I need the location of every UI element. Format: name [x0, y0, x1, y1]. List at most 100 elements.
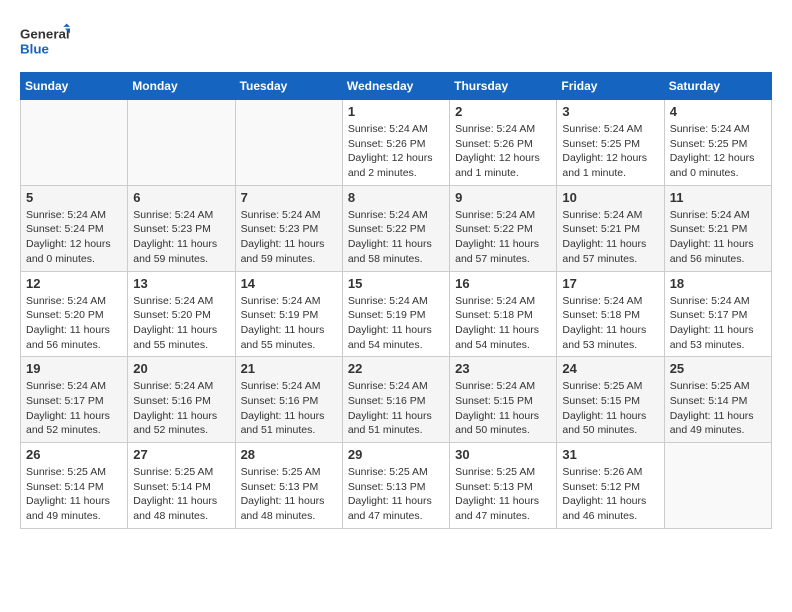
calendar-cell: 18 Sunrise: 5:24 AMSunset: 5:17 PMDayligh…	[664, 271, 771, 357]
day-number: 14	[241, 276, 337, 291]
calendar-cell: 2 Sunrise: 5:24 AMSunset: 5:26 PMDaylight…	[450, 100, 557, 186]
column-header-thursday: Thursday	[450, 73, 557, 100]
calendar-cell: 21 Sunrise: 5:24 AMSunset: 5:16 PMDayligh…	[235, 357, 342, 443]
calendar-week-2: 5 Sunrise: 5:24 AMSunset: 5:24 PMDaylight…	[21, 185, 772, 271]
calendar-cell: 9 Sunrise: 5:24 AMSunset: 5:22 PMDaylight…	[450, 185, 557, 271]
calendar-cell: 13Sunrise: 5:24 AMSunset: 5:20 PMDayligh…	[128, 271, 235, 357]
day-info: Sunrise: 5:24 AMSunset: 5:23 PMDaylight:…	[133, 208, 229, 267]
day-info: Sunrise: 5:24 AMSunset: 5:17 PMDaylight:…	[26, 379, 122, 438]
calendar-cell: 31 Sunrise: 5:26 AMSunset: 5:12 PMDayligh…	[557, 443, 664, 529]
day-number: 20	[133, 361, 229, 376]
day-info: Sunrise: 5:24 AMSunset: 5:26 PMDaylight:…	[455, 122, 551, 181]
calendar-cell: 20 Sunrise: 5:24 AMSunset: 5:16 PMDayligh…	[128, 357, 235, 443]
day-info: Sunrise: 5:24 AMSunset: 5:24 PMDaylight:…	[26, 208, 122, 267]
day-info: Sunrise: 5:25 AMSunset: 5:13 PMDaylight:…	[348, 465, 444, 524]
calendar-cell	[128, 100, 235, 186]
day-info: Sunrise: 5:24 AMSunset: 5:17 PMDaylight:…	[670, 294, 766, 353]
day-info: Sunrise: 5:25 AMSunset: 5:14 PMDaylight:…	[133, 465, 229, 524]
day-info: Sunrise: 5:24 AMSunset: 5:21 PMDaylight:…	[670, 208, 766, 267]
column-header-wednesday: Wednesday	[342, 73, 449, 100]
day-number: 1	[348, 104, 444, 119]
day-number: 18	[670, 276, 766, 291]
day-number: 5	[26, 190, 122, 205]
day-info: Sunrise: 5:24 AMSunset: 5:19 PMDaylight:…	[348, 294, 444, 353]
day-info: Sunrise: 5:24 AMSunset: 5:18 PMDaylight:…	[455, 294, 551, 353]
day-number: 11	[670, 190, 766, 205]
calendar-cell: 17 Sunrise: 5:24 AMSunset: 5:18 PMDayligh…	[557, 271, 664, 357]
day-info: Sunrise: 5:24 AMSunset: 5:23 PMDaylight:…	[241, 208, 337, 267]
calendar-cell: 27 Sunrise: 5:25 AMSunset: 5:14 PMDayligh…	[128, 443, 235, 529]
day-number: 24	[562, 361, 658, 376]
column-header-tuesday: Tuesday	[235, 73, 342, 100]
calendar-cell: 10Sunrise: 5:24 AMSunset: 5:21 PMDayligh…	[557, 185, 664, 271]
logo-svg: General Blue	[20, 20, 70, 62]
day-number: 2	[455, 104, 551, 119]
calendar-week-3: 12 Sunrise: 5:24 AMSunset: 5:20 PMDayligh…	[21, 271, 772, 357]
logo: General Blue	[20, 20, 70, 62]
day-number: 3	[562, 104, 658, 119]
calendar-cell: 24 Sunrise: 5:25 AMSunset: 5:15 PMDayligh…	[557, 357, 664, 443]
day-number: 31	[562, 447, 658, 462]
day-info: Sunrise: 5:26 AMSunset: 5:12 PMDaylight:…	[562, 465, 658, 524]
day-info: Sunrise: 5:24 AMSunset: 5:22 PMDaylight:…	[348, 208, 444, 267]
day-info: Sunrise: 5:25 AMSunset: 5:13 PMDaylight:…	[455, 465, 551, 524]
calendar-cell: 6 Sunrise: 5:24 AMSunset: 5:23 PMDaylight…	[128, 185, 235, 271]
day-number: 12	[26, 276, 122, 291]
calendar-cell: 4Sunrise: 5:24 AMSunset: 5:25 PMDaylight…	[664, 100, 771, 186]
calendar-week-4: 19 Sunrise: 5:24 AMSunset: 5:17 PMDayligh…	[21, 357, 772, 443]
column-header-friday: Friday	[557, 73, 664, 100]
calendar-cell: 23 Sunrise: 5:24 AMSunset: 5:15 PMDayligh…	[450, 357, 557, 443]
day-number: 21	[241, 361, 337, 376]
calendar-cell: 1 Sunrise: 5:24 AMSunset: 5:26 PMDaylight…	[342, 100, 449, 186]
day-info: Sunrise: 5:24 AMSunset: 5:15 PMDaylight:…	[455, 379, 551, 438]
day-info: Sunrise: 5:25 AMSunset: 5:13 PMDaylight:…	[241, 465, 337, 524]
svg-text:Blue: Blue	[20, 42, 49, 57]
day-info: Sunrise: 5:24 AMSunset: 5:25 PMDaylight:…	[562, 122, 658, 181]
day-number: 23	[455, 361, 551, 376]
calendar-cell: 7 Sunrise: 5:24 AMSunset: 5:23 PMDaylight…	[235, 185, 342, 271]
day-info: Sunrise: 5:25 AMSunset: 5:15 PMDaylight:…	[562, 379, 658, 438]
day-number: 9	[455, 190, 551, 205]
day-info: Sunrise: 5:24 AMSunset: 5:22 PMDaylight:…	[455, 208, 551, 267]
day-number: 19	[26, 361, 122, 376]
calendar-cell: 3 Sunrise: 5:24 AMSunset: 5:25 PMDaylight…	[557, 100, 664, 186]
column-header-sunday: Sunday	[21, 73, 128, 100]
calendar-cell: 11 Sunrise: 5:24 AMSunset: 5:21 PMDayligh…	[664, 185, 771, 271]
calendar-cell: 5 Sunrise: 5:24 AMSunset: 5:24 PMDaylight…	[21, 185, 128, 271]
calendar-cell: 15 Sunrise: 5:24 AMSunset: 5:19 PMDayligh…	[342, 271, 449, 357]
day-number: 15	[348, 276, 444, 291]
calendar-cell: 26Sunrise: 5:25 AMSunset: 5:14 PMDayligh…	[21, 443, 128, 529]
calendar: SundayMondayTuesdayWednesdayThursdayFrid…	[20, 72, 772, 529]
calendar-cell	[664, 443, 771, 529]
calendar-cell: 12 Sunrise: 5:24 AMSunset: 5:20 PMDayligh…	[21, 271, 128, 357]
day-number: 6	[133, 190, 229, 205]
day-info: Sunrise: 5:25 AMSunset: 5:14 PMDaylight:…	[670, 379, 766, 438]
calendar-week-1: 1 Sunrise: 5:24 AMSunset: 5:26 PMDaylight…	[21, 100, 772, 186]
day-info: Sunrise: 5:24 AMSunset: 5:20 PMDaylight:…	[26, 294, 122, 353]
day-info: Sunrise: 5:24 AMSunset: 5:16 PMDaylight:…	[133, 379, 229, 438]
calendar-cell: 14Sunrise: 5:24 AMSunset: 5:19 PMDayligh…	[235, 271, 342, 357]
day-number: 30	[455, 447, 551, 462]
day-number: 7	[241, 190, 337, 205]
calendar-cell: 19 Sunrise: 5:24 AMSunset: 5:17 PMDayligh…	[21, 357, 128, 443]
day-info: Sunrise: 5:24 AMSunset: 5:16 PMDaylight:…	[241, 379, 337, 438]
day-info: Sunrise: 5:24 AMSunset: 5:20 PMDaylight:…	[133, 294, 229, 353]
calendar-week-5: 26Sunrise: 5:25 AMSunset: 5:14 PMDayligh…	[21, 443, 772, 529]
day-info: Sunrise: 5:24 AMSunset: 5:18 PMDaylight:…	[562, 294, 658, 353]
calendar-cell	[235, 100, 342, 186]
day-number: 8	[348, 190, 444, 205]
calendar-cell: 8 Sunrise: 5:24 AMSunset: 5:22 PMDaylight…	[342, 185, 449, 271]
calendar-cell: 30 Sunrise: 5:25 AMSunset: 5:13 PMDayligh…	[450, 443, 557, 529]
calendar-cell	[21, 100, 128, 186]
day-number: 17	[562, 276, 658, 291]
calendar-cell: 22Sunrise: 5:24 AMSunset: 5:16 PMDayligh…	[342, 357, 449, 443]
day-number: 16	[455, 276, 551, 291]
day-info: Sunrise: 5:24 AMSunset: 5:21 PMDaylight:…	[562, 208, 658, 267]
day-number: 27	[133, 447, 229, 462]
day-number: 28	[241, 447, 337, 462]
column-header-monday: Monday	[128, 73, 235, 100]
svg-text:General: General	[20, 27, 70, 42]
calendar-cell: 29Sunrise: 5:25 AMSunset: 5:13 PMDayligh…	[342, 443, 449, 529]
day-info: Sunrise: 5:24 AMSunset: 5:26 PMDaylight:…	[348, 122, 444, 181]
calendar-cell: 25Sunrise: 5:25 AMSunset: 5:14 PMDayligh…	[664, 357, 771, 443]
